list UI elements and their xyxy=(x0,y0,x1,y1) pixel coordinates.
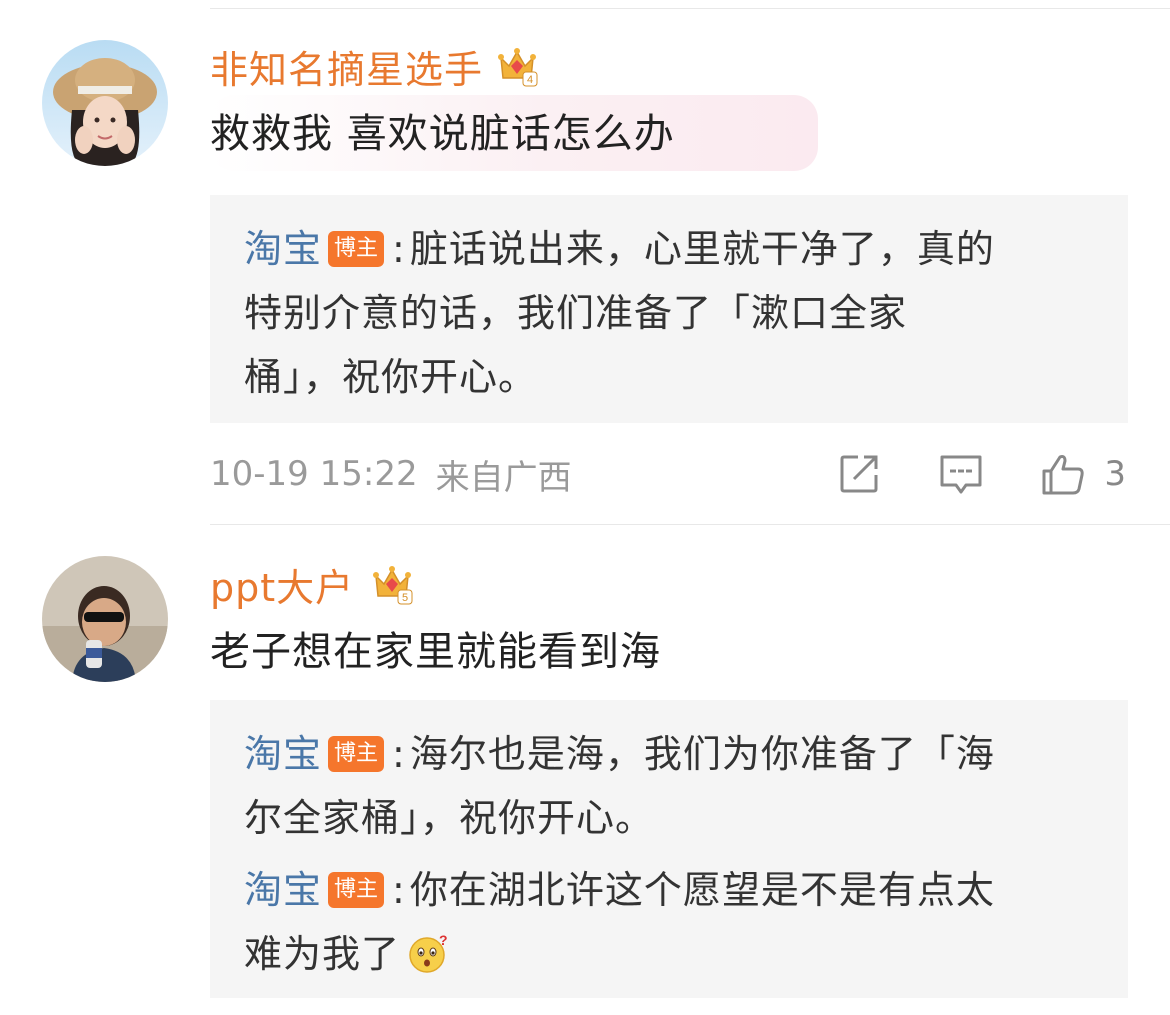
surprised-face-icon: ? xyxy=(409,933,448,973)
reply-colon: : xyxy=(392,732,406,776)
crown-icon: 4 xyxy=(498,48,538,87)
username[interactable]: 非知名摘星选手 xyxy=(210,39,483,94)
username[interactable]: ppt大户 xyxy=(210,557,354,612)
comment-actions: 3 xyxy=(836,449,1126,499)
location: 来自广西 xyxy=(435,457,572,498)
reply-colon: : xyxy=(392,868,406,912)
thumbs-up-icon[interactable] xyxy=(1040,451,1086,497)
top-divider xyxy=(210,8,1170,9)
reply-text-line: 脏话说出来，心里就干净了，真的 xyxy=(409,227,995,271)
comment-divider xyxy=(210,524,1170,525)
reply[interactable]: 淘宝 博主: 海尔也是海，我们为你准备了「海 尔全家桶」，祝你开心。 xyxy=(244,722,1094,850)
crown-level: 5 xyxy=(402,592,408,604)
reply-text-line: 海尔也是海，我们为你准备了「海 xyxy=(409,732,995,776)
reply-box[interactable]: 淘宝 博主: 海尔也是海，我们为你准备了「海 尔全家桶」，祝你开心。 淘宝 博主: 你在… xyxy=(210,700,1128,998)
reply-text-line: 难为我了 xyxy=(244,932,401,976)
reply-box[interactable]: 淘宝 博主: 脏话说出来，心里就干净了，真的 特别介意的话，我们准备了「漱口全家 桶… xyxy=(210,195,1128,423)
reply[interactable]: 淘宝 博主: 你在湖北许这个愿望是不是有点太 难为我了 ? xyxy=(244,858,1094,986)
blogger-badge: 博主 xyxy=(328,871,385,908)
reply-author[interactable]: 淘宝 xyxy=(244,732,322,776)
comment-text: 救救我 喜欢说脏话怎么办 xyxy=(210,111,675,157)
blogger-badge: 博主 xyxy=(328,735,385,772)
reply-text-line: 特别介意的话，我们准备了「漱口全家 xyxy=(244,291,908,335)
timestamp: 10-19 15:22 xyxy=(210,454,418,494)
reply-text-line: 尔全家桶」，祝你开心。 xyxy=(244,796,655,840)
blogger-badge: 博主 xyxy=(328,230,385,267)
comment-text: 老子想在家里就能看到海 xyxy=(210,629,661,675)
crown-icon: 5 xyxy=(373,566,413,605)
reply-author[interactable]: 淘宝 xyxy=(244,868,322,912)
reply-colon: : xyxy=(392,227,406,271)
share-icon[interactable] xyxy=(836,451,882,497)
reply[interactable]: 淘宝 博主: 脏话说出来，心里就干净了，真的 特别介意的话，我们准备了「漱口全家 桶… xyxy=(244,217,1094,409)
like-count: 3 xyxy=(1104,454,1126,494)
avatar[interactable] xyxy=(42,556,168,682)
avatar[interactable] xyxy=(42,40,168,166)
svg-text:?: ? xyxy=(439,933,448,948)
comment-author-row: 非知名摘星选手 4 xyxy=(210,40,539,92)
reply-text-line: 桶」，祝你开心。 xyxy=(244,355,538,399)
comment-icon[interactable] xyxy=(938,451,984,497)
comment-author-row: ppt大户 5 xyxy=(210,558,414,610)
reply-author[interactable]: 淘宝 xyxy=(244,227,322,271)
crown-level: 4 xyxy=(527,74,533,86)
reply-text-line: 你在湖北许这个愿望是不是有点太 xyxy=(409,868,995,912)
comment-meta-row: 10-19 15:22 来自广西 3 xyxy=(210,449,1126,499)
